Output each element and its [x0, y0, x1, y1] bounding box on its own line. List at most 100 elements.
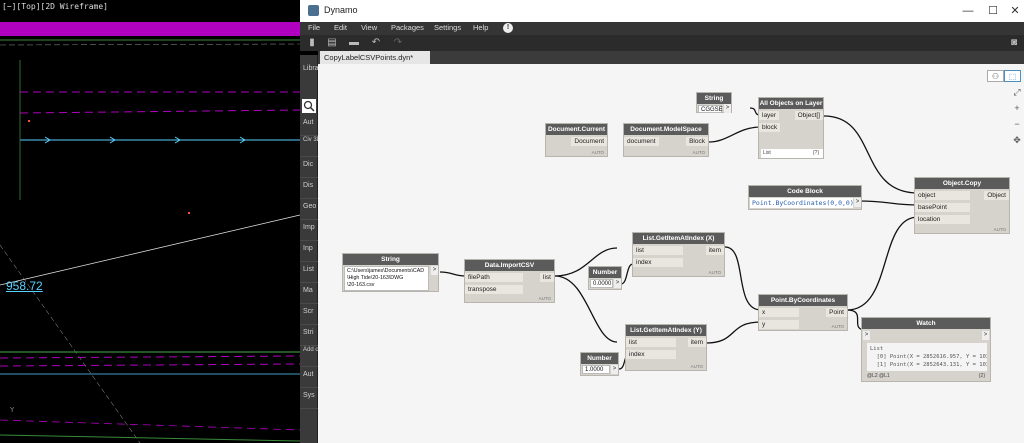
open-file-icon[interactable]: ▤ — [326, 37, 338, 48]
number-value-field[interactable]: 0.0000 — [590, 279, 613, 288]
zoom-extents-icon[interactable]: ⤢ — [1010, 85, 1024, 99]
maximize-button[interactable]: ☐ — [982, 3, 1004, 19]
output-port-objects[interactable]: Object[] — [794, 111, 823, 120]
input-port-x[interactable]: x — [759, 308, 799, 317]
lacing-auto: AUTO — [708, 270, 721, 275]
input-port-index[interactable]: index — [633, 258, 683, 267]
node-title: Document.ModelSpace — [624, 124, 708, 135]
toolbar: ▮ ▤ ▬ ↶ ↷ ◙ — [300, 35, 1024, 51]
lacing-auto: AUTO — [690, 364, 703, 369]
notification-icon[interactable]: ! — [503, 23, 513, 33]
preview-label: List — [763, 150, 771, 156]
tab-workspace[interactable]: CopyLabelCSVPoints.dyn* — [320, 51, 430, 64]
watch-levels: @L2 @L1 — [867, 373, 890, 379]
zoom-out-icon[interactable]: − — [1010, 117, 1024, 131]
node-title: List.GetItemAtIndex (X) — [633, 233, 724, 244]
menu-help[interactable]: Help — [473, 23, 488, 32]
output-port[interactable]: > — [614, 279, 621, 288]
code-editor[interactable]: Point.ByCoordinates(0,0,0); — [750, 198, 858, 208]
string-value-field[interactable]: C:\Users\james\Documents\CAD \High Tide\… — [344, 266, 429, 291]
zoom-in-icon[interactable]: + — [1010, 101, 1024, 115]
lacing-auto: AUTO — [591, 150, 604, 155]
viewport-label[interactable]: [−][Top][2D Wireframe] — [2, 2, 108, 11]
node-title: String — [697, 93, 731, 104]
output-port[interactable]: > — [724, 104, 731, 113]
svg-text:Y: Y — [9, 406, 15, 414]
node-getitematindex-x[interactable]: List.GetItemAtIndex (X) list index item … — [632, 232, 725, 277]
graph-view-icon[interactable]: ⚇ — [987, 70, 1004, 82]
input-port-filepath[interactable]: filePath — [465, 273, 523, 282]
node-code-block[interactable]: Code Block Point.ByCoordinates(0,0,0); > — [748, 185, 862, 210]
output-port[interactable]: > — [854, 198, 861, 207]
geometry-view-icon[interactable]: ⬚ — [1004, 70, 1021, 82]
tab-strip: CopyLabelCSVPoints.dyn* — [318, 51, 1024, 64]
node-title: List.GetItemAtIndex (Y) — [626, 325, 706, 336]
node-object-copy[interactable]: Object.Copy object basePoint location Ob… — [914, 177, 1010, 234]
node-title: Watch — [862, 318, 990, 329]
node-all-objects-on-layer[interactable]: All Objects on Layer layer block Object[… — [758, 97, 824, 159]
input-port-block[interactable]: block — [759, 123, 781, 132]
menu-edit[interactable]: Edit — [334, 23, 347, 32]
node-point-bycoordinates[interactable]: Point.ByCoordinates x y Point AUTO — [758, 294, 848, 331]
output-port-point[interactable]: Point — [826, 308, 847, 317]
string-value-field[interactable]: CGGSE — [698, 105, 723, 113]
dynamo-logo-icon — [308, 5, 319, 16]
input-port[interactable]: > — [863, 331, 870, 340]
view-toggle[interactable]: ⚇ ⬚ — [987, 70, 1021, 82]
node-string-filepath[interactable]: String C:\Users\james\Documents\CAD \Hig… — [342, 253, 439, 292]
undo-icon[interactable]: ↶ — [370, 37, 382, 48]
input-port-index[interactable]: index — [626, 350, 676, 359]
output-port[interactable]: > — [611, 365, 618, 374]
node-watch[interactable]: Watch > > List [0] Point(X = 2852616.957… — [861, 317, 991, 382]
save-icon[interactable]: ▬ — [348, 37, 360, 48]
lacing-auto: AUTO — [538, 296, 551, 301]
input-port-y[interactable]: y — [759, 320, 799, 329]
output-port-block[interactable]: Block — [686, 137, 708, 146]
node-number-y-index[interactable]: Number 1.0000 > — [580, 352, 619, 376]
node-getitematindex-y[interactable]: List.GetItemAtIndex (Y) list index item … — [625, 324, 707, 371]
cad-drawing: Y — [0, 22, 300, 443]
cad-viewport[interactable]: Y [−][Top][2D Wireframe] 958.72 — [0, 0, 300, 443]
number-value-field[interactable]: 1.0000 — [582, 365, 610, 374]
output-port-object[interactable]: Object — [984, 191, 1009, 200]
input-port-list[interactable]: list — [633, 246, 683, 255]
input-port-list[interactable]: list — [626, 338, 676, 347]
menu-packages[interactable]: Packages — [391, 23, 424, 32]
node-title: Code Block — [749, 186, 861, 197]
output-port-list[interactable]: list — [540, 273, 554, 282]
node-title: All Objects on Layer — [759, 98, 823, 109]
lacing-auto: AUTO — [831, 324, 844, 329]
close-button[interactable]: ✕ — [1004, 3, 1024, 19]
input-port-transpose[interactable]: transpose — [465, 285, 523, 294]
menu-file[interactable]: File — [308, 23, 320, 32]
output-port-item[interactable]: item — [705, 246, 724, 255]
node-document-modelspace[interactable]: Document.ModelSpace document Block AUTO — [623, 123, 709, 157]
output-port-item[interactable]: item — [687, 338, 706, 347]
input-port-object[interactable]: object — [915, 191, 970, 200]
screen: Y [−][Top][2D Wireframe] 958.72 Libra Au… — [0, 0, 1024, 443]
output-port[interactable]: > — [982, 331, 989, 340]
minimize-button[interactable]: — — [957, 3, 979, 19]
node-title: Data.ImportCSV — [465, 260, 554, 271]
node-number-x-index[interactable]: Number 0.0000 > — [588, 266, 622, 290]
pan-icon[interactable]: ✥ — [1010, 133, 1024, 147]
node-data-importcsv[interactable]: Data.ImportCSV filePath transpose list A… — [464, 259, 555, 303]
output-port[interactable]: > — [431, 266, 438, 275]
redo-icon[interactable]: ↷ — [392, 37, 404, 48]
new-file-icon[interactable]: ▮ — [306, 37, 318, 48]
menu-bar: File Edit View Packages Settings Help ! — [300, 22, 1024, 35]
node-document-current[interactable]: Document.Current Document AUTO — [545, 123, 608, 157]
menu-view[interactable]: View — [361, 23, 377, 32]
graph-canvas[interactable]: ⚇ ⬚ ⤢ + − ✥ String CGGSE > All Objects o… — [318, 64, 1024, 443]
input-port-document[interactable]: document — [624, 137, 659, 146]
window-title: Dynamo — [324, 5, 358, 15]
menu-settings[interactable]: Settings — [434, 23, 461, 32]
input-port-basepoint[interactable]: basePoint — [915, 203, 970, 212]
zoom-controls: ⤢ + − ✥ — [1010, 85, 1024, 149]
input-port-layer[interactable]: layer — [759, 111, 780, 120]
input-port-location[interactable]: location — [915, 215, 970, 224]
output-port-document[interactable]: Document — [571, 137, 607, 146]
node-string-layer[interactable]: String CGGSE > — [696, 92, 732, 113]
title-bar: Dynamo — ☐ ✕ — [300, 0, 1024, 22]
camera-icon[interactable]: ◙ — [1008, 37, 1020, 48]
